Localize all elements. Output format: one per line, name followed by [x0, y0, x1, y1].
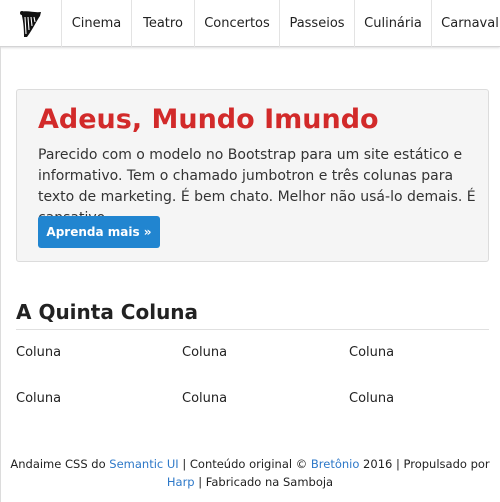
jumbotron: Adeus, Mundo Imundo Parecido com o model… [16, 89, 489, 262]
nav-item-carnaval[interactable]: Carnaval [432, 0, 500, 47]
nav-item-teatro[interactable]: Teatro [132, 0, 195, 47]
footer-text: | Conteúdo original © [178, 457, 311, 471]
footer: Andaime CSS do Semantic UI | Conteúdo or… [10, 455, 490, 491]
nav-item-passeios[interactable]: Passeios [280, 0, 355, 47]
jumbotron-title: Adeus, Mundo Imundo [38, 104, 379, 135]
footer-link-semantic-ui[interactable]: Semantic UI [109, 457, 178, 471]
column-item: Coluna [16, 345, 62, 360]
footer-text: | Fabricado na Samboja [194, 475, 334, 489]
harp-logo-icon[interactable] [0, 0, 62, 47]
harp-icon [19, 10, 41, 37]
section-title: A Quinta Coluna [16, 300, 199, 324]
column-item: Coluna [182, 391, 228, 406]
section-divider [16, 329, 489, 330]
left-border-line [0, 47, 1, 502]
learn-more-button[interactable]: Aprenda mais » [38, 216, 160, 248]
nav-item-culinaria[interactable]: Culinária [355, 0, 432, 47]
column-item: Coluna [16, 391, 62, 406]
footer-link-bretonio[interactable]: Bretônio [311, 457, 360, 471]
nav-item-concertos[interactable]: Concertos [195, 0, 280, 47]
nav-item-cinema[interactable]: Cinema [62, 0, 132, 47]
footer-text: Andaime CSS do [10, 457, 110, 471]
top-menu-bar: Cinema Teatro Concertos Passeios Culinár… [0, 0, 500, 47]
column-item: Coluna [349, 391, 395, 406]
footer-link-harp[interactable]: Harp [167, 475, 195, 489]
footer-text: 2016 | Propulsado por [359, 457, 490, 471]
column-item: Coluna [349, 345, 395, 360]
column-item: Coluna [182, 345, 228, 360]
